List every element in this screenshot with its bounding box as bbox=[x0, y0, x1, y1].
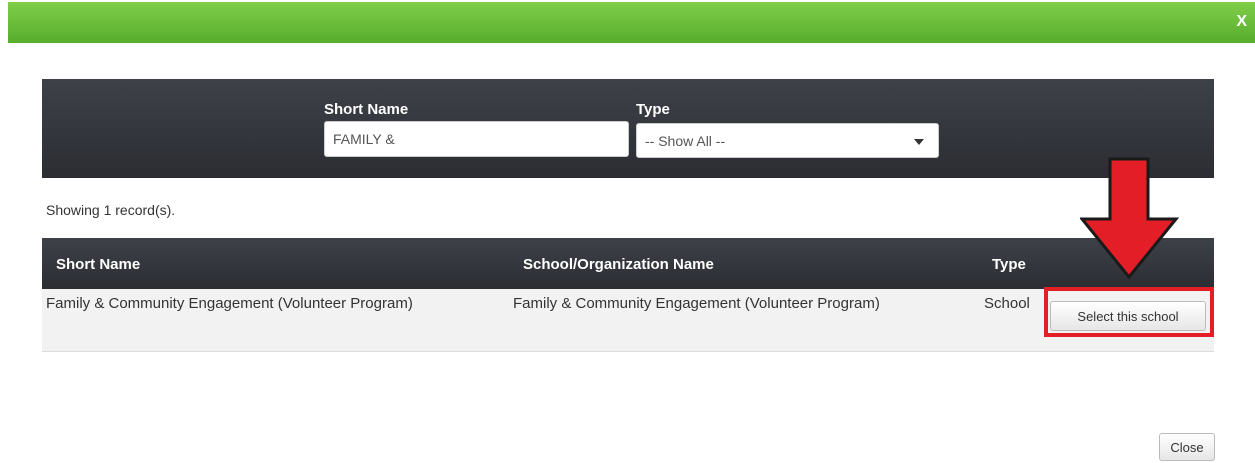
close-button[interactable]: Close bbox=[1159, 433, 1215, 461]
filter-panel: Short Name Type -- Show All -- bbox=[42, 79, 1214, 178]
chevron-down-icon bbox=[914, 139, 924, 145]
type-filter-label: Type bbox=[636, 101, 670, 118]
short-name-input[interactable] bbox=[324, 121, 629, 157]
table-row: Family & Community Engagement (Volunteer… bbox=[42, 289, 1214, 352]
cell-org-name: Family & Community Engagement (Volunteer… bbox=[513, 295, 880, 312]
close-x-button[interactable]: X bbox=[1236, 12, 1247, 32]
column-header-type: Type bbox=[992, 256, 1026, 273]
short-name-filter-label: Short Name bbox=[324, 101, 409, 118]
column-header-short-name: Short Name bbox=[56, 256, 141, 273]
table-header: Short Name School/Organization Name Type bbox=[42, 238, 1214, 289]
dialog-header: X bbox=[8, 2, 1255, 43]
type-select[interactable]: -- Show All -- bbox=[636, 123, 939, 158]
record-count: Showing 1 record(s). bbox=[46, 202, 176, 218]
select-school-button[interactable]: Select this school bbox=[1050, 301, 1206, 331]
cell-short-name: Family & Community Engagement (Volunteer… bbox=[46, 295, 413, 312]
cell-type: School bbox=[984, 295, 1030, 312]
type-select-value: -- Show All -- bbox=[645, 133, 726, 149]
column-header-org-name: School/Organization Name bbox=[523, 256, 714, 273]
results-table: Short Name School/Organization Name Type… bbox=[42, 238, 1214, 352]
